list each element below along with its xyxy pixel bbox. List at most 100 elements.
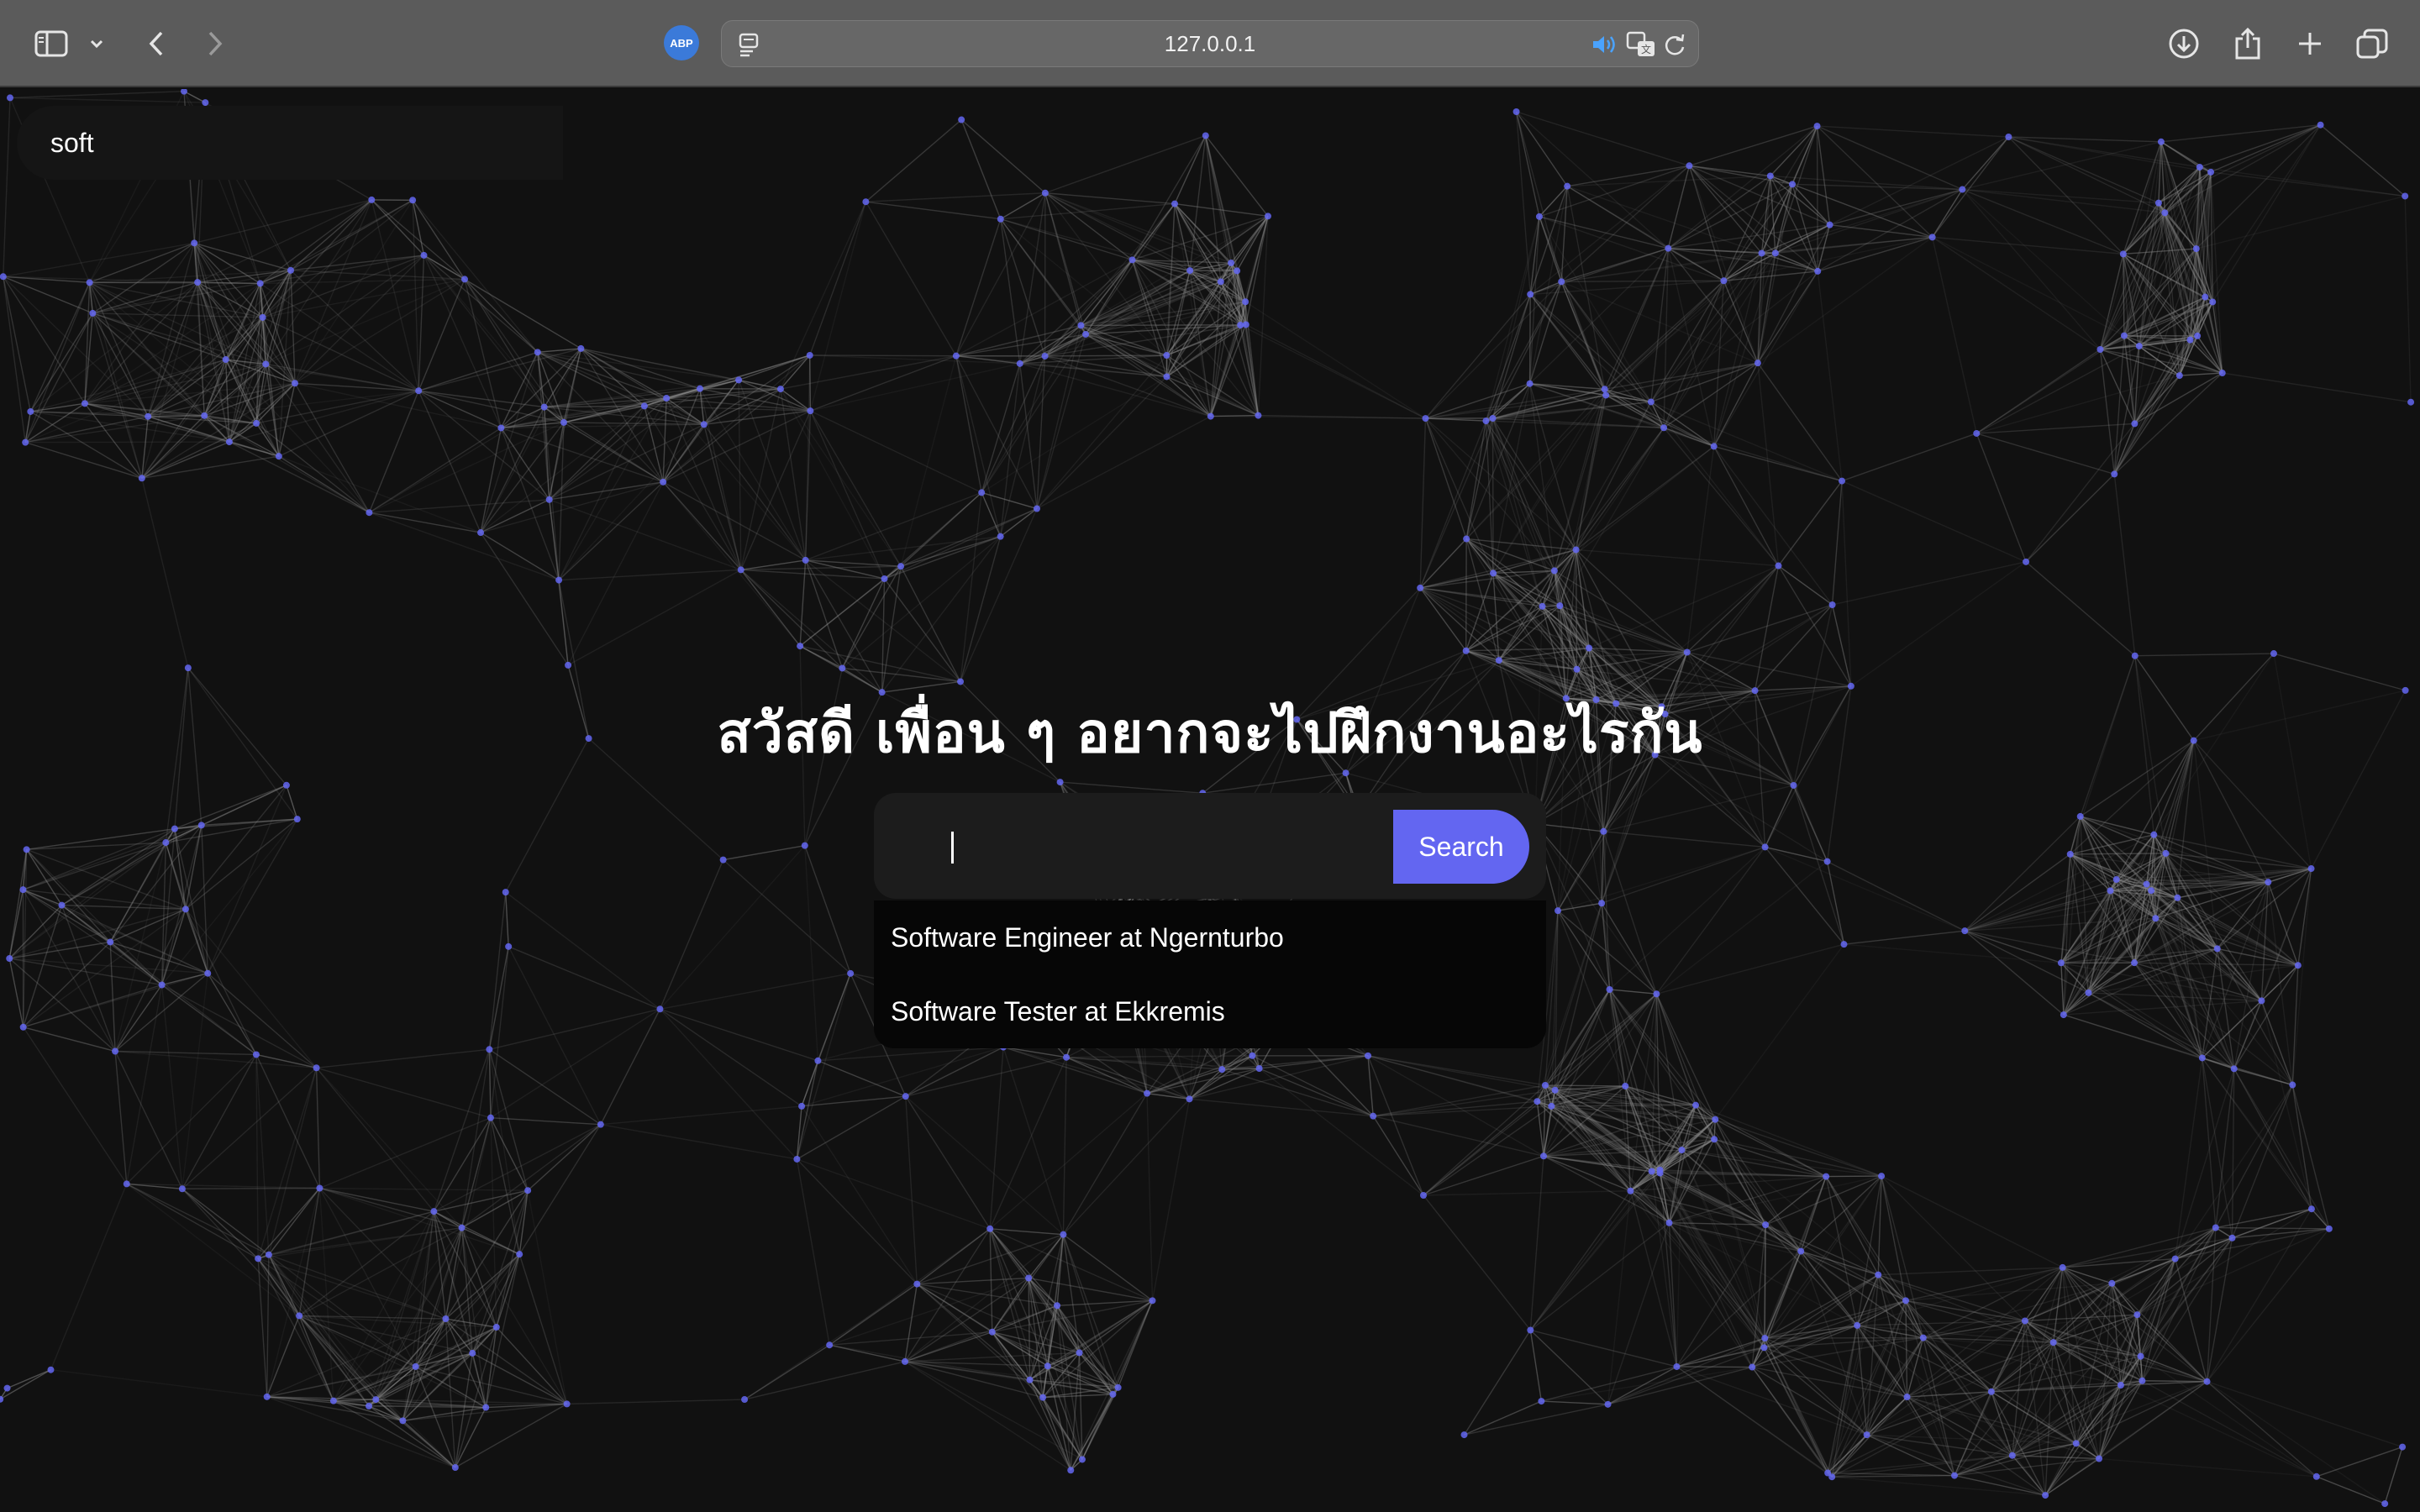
suggestion-item[interactable]: Software Engineer at Ngernturbo — [891, 900, 1529, 974]
network-line — [2099, 349, 2115, 475]
network-line — [1259, 1055, 1369, 1069]
network-node — [138, 475, 145, 482]
network-line — [418, 351, 539, 391]
network-node — [1789, 181, 1797, 188]
network-line — [126, 1183, 270, 1256]
network-line — [2063, 917, 2156, 1016]
network-line — [1841, 480, 2027, 563]
network-line — [2062, 1267, 2142, 1357]
address-bar[interactable]: 127.0.0.1 文 — [721, 20, 1699, 67]
download-icon[interactable] — [2165, 20, 2203, 67]
network-line — [1850, 561, 2027, 687]
network-line — [960, 492, 982, 682]
network-line — [2384, 1446, 2403, 1504]
network-node — [259, 313, 266, 321]
network-node — [89, 309, 97, 317]
network-line — [84, 282, 91, 404]
network-node — [2131, 652, 2139, 659]
network-line — [841, 536, 1002, 669]
reader-icon[interactable] — [732, 21, 765, 68]
network-line — [1826, 861, 1845, 945]
network-line — [797, 1095, 907, 1160]
network-line — [1660, 565, 1780, 707]
network-line — [319, 1187, 529, 1191]
network-node — [2307, 865, 2315, 873]
network-node — [1067, 1467, 1075, 1474]
network-node — [2207, 168, 2215, 176]
network-line — [1713, 270, 1818, 447]
network-node — [545, 496, 553, 503]
network-node — [958, 116, 965, 123]
network-line — [1062, 1098, 1191, 1236]
network-line — [1036, 375, 1167, 510]
back-icon[interactable] — [139, 20, 173, 67]
network-line — [1832, 1455, 2012, 1478]
network-node — [1512, 108, 1520, 115]
network-node — [2171, 1255, 2179, 1263]
network-line — [981, 375, 1167, 494]
new-tab-icon[interactable] — [2291, 20, 2329, 67]
audio-icon[interactable] — [1587, 21, 1621, 68]
network-node — [182, 906, 189, 913]
network-node — [2407, 398, 2415, 406]
network-line — [2217, 948, 2293, 1085]
network-node — [86, 279, 93, 286]
search-button[interactable]: Search — [1393, 810, 1529, 884]
network-line — [1663, 427, 1843, 482]
chevron-down-icon[interactable] — [84, 20, 109, 67]
network-node — [1495, 657, 1502, 664]
network-node — [1078, 1456, 1086, 1463]
network-node — [1016, 360, 1023, 367]
network-line — [1464, 1400, 1542, 1436]
network-line — [266, 1396, 456, 1468]
reload-icon[interactable] — [1658, 21, 1691, 68]
network-line — [24, 312, 93, 443]
network-line — [1419, 587, 1467, 652]
network-line — [1244, 301, 1426, 419]
network-node — [2072, 1440, 2080, 1447]
network-line — [319, 1116, 492, 1189]
network-node — [555, 576, 563, 584]
network-line — [1151, 1099, 1191, 1301]
network-line — [92, 312, 205, 417]
network-node — [368, 196, 376, 203]
network-line — [126, 1183, 300, 1316]
network-line — [1777, 565, 1852, 687]
network-line — [1841, 480, 1852, 686]
network-line — [1423, 1084, 1546, 1196]
sidebar-icon[interactable] — [30, 20, 72, 67]
forward-icon[interactable] — [198, 20, 232, 67]
network-node — [1673, 1362, 1681, 1370]
network-line — [318, 1188, 446, 1320]
network-node — [1463, 535, 1470, 543]
tabs-overview-icon[interactable] — [2353, 20, 2391, 67]
network-node — [798, 1102, 806, 1110]
network-node — [2307, 1205, 2315, 1213]
network-line — [316, 1067, 463, 1229]
network-node — [255, 1255, 262, 1263]
adblock-extension-icon[interactable]: ABP — [664, 25, 699, 60]
network-line — [1686, 651, 1852, 687]
suggestion-item[interactable]: Software Tester at Ekkremis — [891, 974, 1529, 1048]
network-line — [558, 406, 645, 580]
network-node — [997, 215, 1004, 223]
search-input[interactable] — [17, 106, 563, 180]
network-line — [1019, 363, 1038, 509]
network-node — [1025, 1274, 1033, 1282]
network-node — [458, 1224, 466, 1231]
network-line — [29, 312, 93, 412]
suggestions-dropdown: Software Engineer at Ngernturbo Software… — [874, 900, 1546, 1048]
network-node — [1249, 1052, 1256, 1059]
network-node — [178, 1185, 186, 1193]
network-line — [1529, 383, 1607, 396]
share-icon[interactable] — [2228, 20, 2267, 67]
network-node — [2154, 199, 2162, 207]
network-line — [182, 973, 208, 1189]
network-node — [1823, 1173, 1830, 1180]
network-node — [287, 266, 294, 274]
network-node — [741, 1396, 749, 1404]
network-node — [486, 1046, 493, 1053]
network-node — [1959, 186, 1966, 193]
translate-icon[interactable]: 文 — [1624, 21, 1658, 68]
network-node — [839, 664, 846, 672]
